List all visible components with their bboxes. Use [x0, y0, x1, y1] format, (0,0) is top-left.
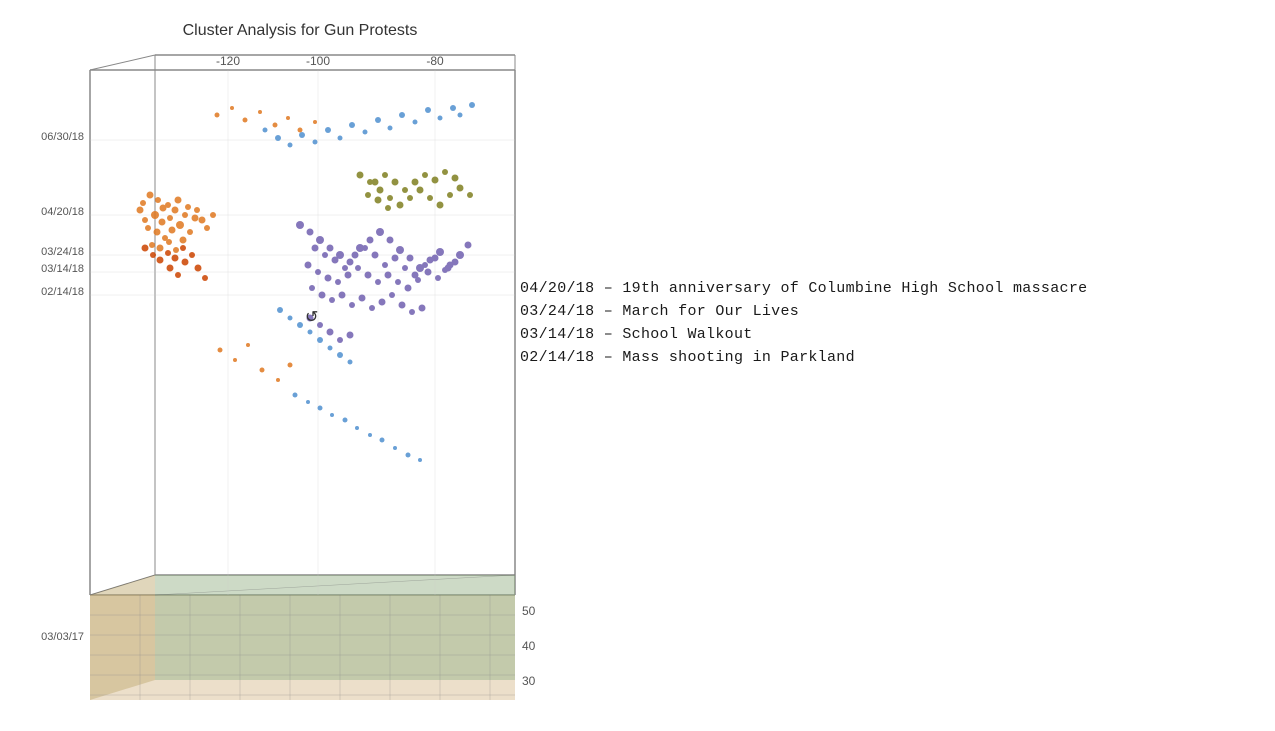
chart-title: Cluster Analysis for Gun Protests — [183, 22, 418, 39]
legend-item-3: 03/14/18 – School Walkout — [520, 326, 1270, 343]
svg-text:03/14/18: 03/14/18 — [41, 263, 84, 275]
svg-text:40: 40 — [522, 639, 536, 653]
svg-text:50: 50 — [522, 604, 536, 618]
svg-text:03/24/18: 03/24/18 — [41, 246, 84, 258]
svg-text:03/03/17: 03/03/17 — [41, 631, 84, 643]
svg-text:-80: -80 — [426, 54, 444, 68]
legend-container: 04/20/18 – 19th anniversary of Columbine… — [520, 280, 1270, 372]
legend-item-1: 04/20/18 – 19th anniversary of Columbine… — [520, 280, 1270, 297]
svg-text:04/20/18: 04/20/18 — [41, 206, 84, 218]
svg-text:30: 30 — [522, 674, 536, 688]
legend-item-2: 03/24/18 – March for Our Lives — [520, 303, 1270, 320]
legend-item-4: 02/14/18 – Mass shooting in Parkland — [520, 349, 1270, 366]
chart-container: Cluster Analysis for Gun Protests -120 -… — [0, 0, 560, 726]
svg-text:-120: -120 — [216, 54, 240, 68]
svg-text:02/14/18: 02/14/18 — [41, 286, 84, 298]
svg-text:-100: -100 — [306, 54, 330, 68]
svg-text:↺: ↺ — [305, 309, 318, 327]
svg-text:06/30/18: 06/30/18 — [41, 131, 84, 143]
